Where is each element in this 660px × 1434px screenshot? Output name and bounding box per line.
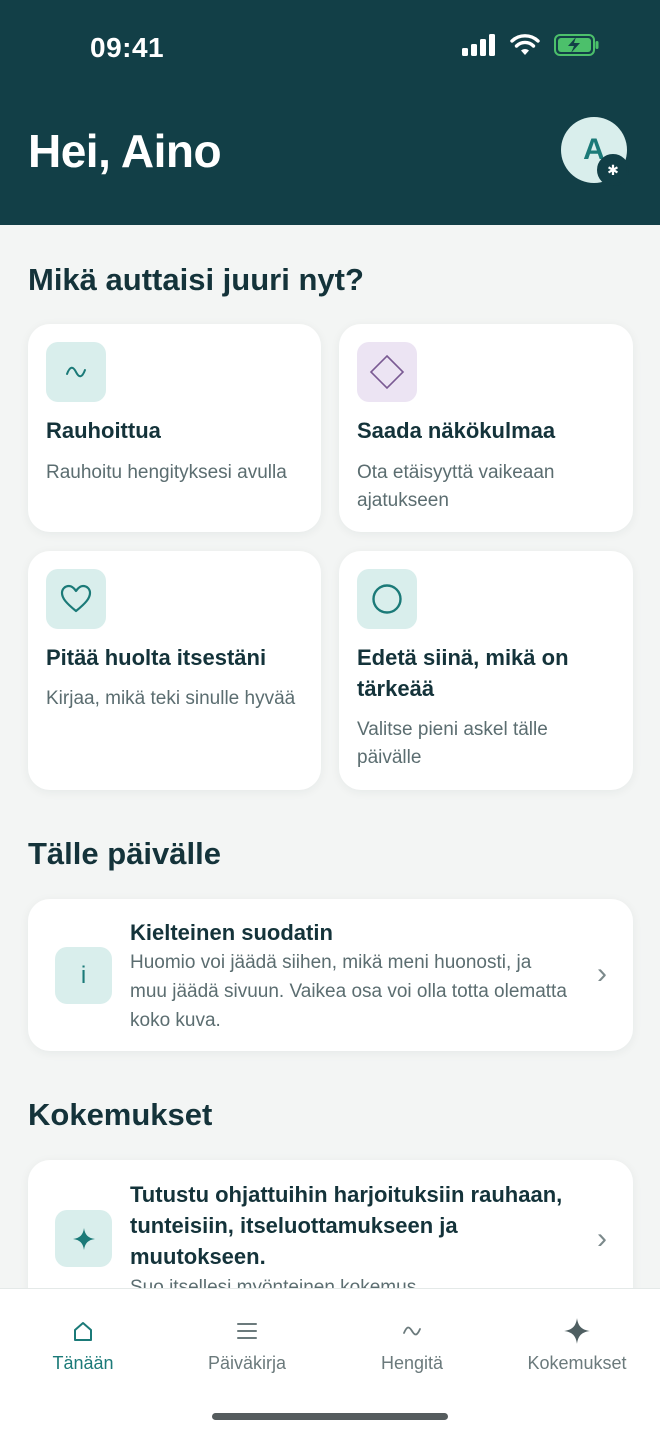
tile-self-care[interactable]: Pitää huolta itsestäni Kirjaa, mikä teki… [28, 551, 321, 790]
info-icon: i [55, 947, 112, 1004]
status-time: 09:41 [90, 32, 165, 63]
today-card-desc: Huomio voi jäädä siihen, mikä meni huono… [130, 952, 567, 1031]
sparkle-icon [55, 1210, 112, 1267]
settings-badge-icon[interactable]: ✱ [597, 154, 629, 186]
tile-progress[interactable]: Edetä siinä, mikä on tärkeää Valitse pie… [339, 551, 633, 790]
wave-icon [46, 342, 106, 402]
tab-label: Hengitä [380, 1353, 444, 1373]
status-icons [462, 34, 600, 56]
tile-title: Edetä siinä, mikä on tärkeää [357, 645, 569, 701]
wave-icon [342, 1311, 482, 1351]
chevron-right-icon: › [597, 957, 607, 990]
section-title-help: Mikä auttaisi juuri nyt? [28, 262, 364, 297]
app-header: 09:41 Hei, Aino A ✱ [0, 0, 660, 225]
today-card-title: Kielteinen suodatin [130, 920, 333, 945]
tab-label: Päiväkirja [207, 1353, 287, 1373]
tile-title: Rauhoittua [46, 418, 161, 443]
tile-title: Pitää huolta itsestäni [46, 645, 267, 670]
tile-calm-down[interactable]: Rauhoittua Rauhoitu hengityksesi avulla [28, 324, 321, 532]
tile-desc: Valitse pieni askel tälle päivälle [357, 719, 548, 768]
tab-experiences[interactable]: Kokemukset [507, 1311, 647, 1374]
experiences-card-title: Tutustu ohjattuihin harjoituksiin rauhaa… [130, 1182, 563, 1269]
sparkle-icon [507, 1311, 647, 1351]
wifi-icon [510, 34, 540, 55]
diamond-icon [357, 342, 417, 402]
greeting-title: Hei, Aino [28, 125, 222, 177]
today-card[interactable]: i Kielteinen suodatin Huomio voi jäädä s… [28, 899, 633, 1051]
tile-desc: Kirjaa, mikä teki sinulle hyvää [46, 688, 296, 709]
heart-icon [46, 569, 106, 629]
circle-icon [357, 569, 417, 629]
tile-desc: Rauhoitu hengityksesi avulla [46, 462, 287, 483]
chevron-right-icon: › [597, 1222, 607, 1255]
tab-label: Tänään [52, 1353, 114, 1373]
home-icon [13, 1311, 153, 1351]
tile-title: Saada näkökulmaa [357, 418, 556, 443]
home-indicator [212, 1413, 448, 1420]
tab-label: Kokemukset [527, 1353, 627, 1373]
tile-desc: Ota etäisyyttä vaikeaan ajatukseen [357, 462, 555, 511]
signal-icon [462, 34, 495, 56]
tab-breathe[interactable]: Hengitä [342, 1311, 482, 1374]
battery-charging-icon [554, 34, 599, 56]
tab-diary[interactable]: Päiväkirja [177, 1311, 317, 1374]
section-title-experiences: Kokemukset [28, 1097, 213, 1132]
tile-perspective[interactable]: Saada näkökulmaa Ota etäisyyttä vaikeaan… [339, 324, 633, 532]
section-title-today: Tälle päivälle [28, 836, 221, 871]
tab-today[interactable]: Tänään [13, 1311, 153, 1374]
list-icon [177, 1311, 317, 1351]
